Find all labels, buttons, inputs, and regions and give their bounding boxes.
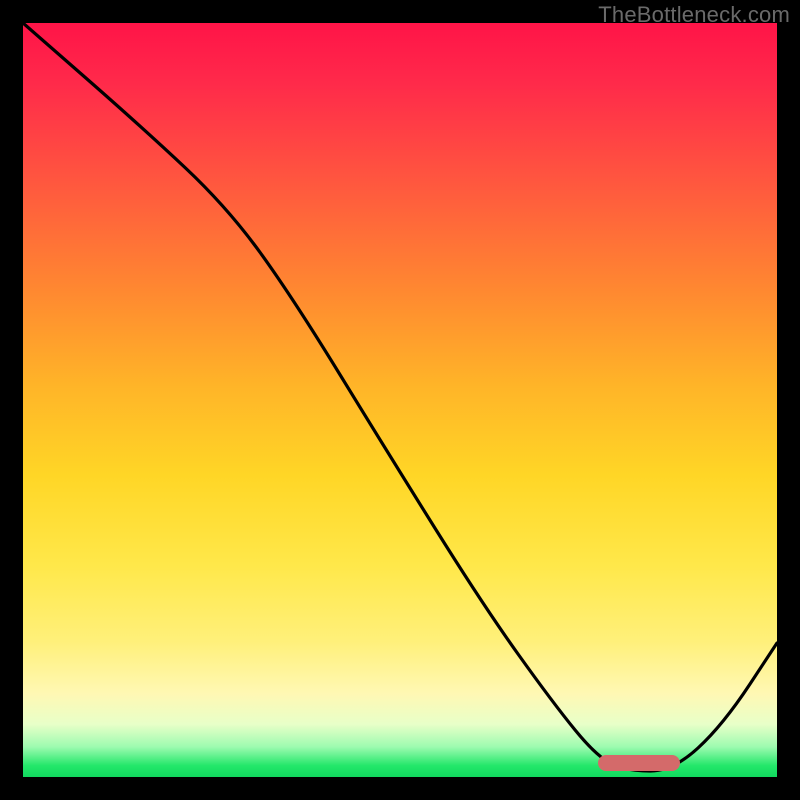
bottleneck-curve bbox=[23, 23, 777, 771]
optimal-range-marker bbox=[598, 755, 680, 771]
chart-container: TheBottleneck.com bbox=[0, 0, 800, 800]
watermark-text: TheBottleneck.com bbox=[598, 2, 790, 28]
curve-overlay bbox=[23, 23, 777, 777]
plot-area bbox=[23, 23, 777, 777]
